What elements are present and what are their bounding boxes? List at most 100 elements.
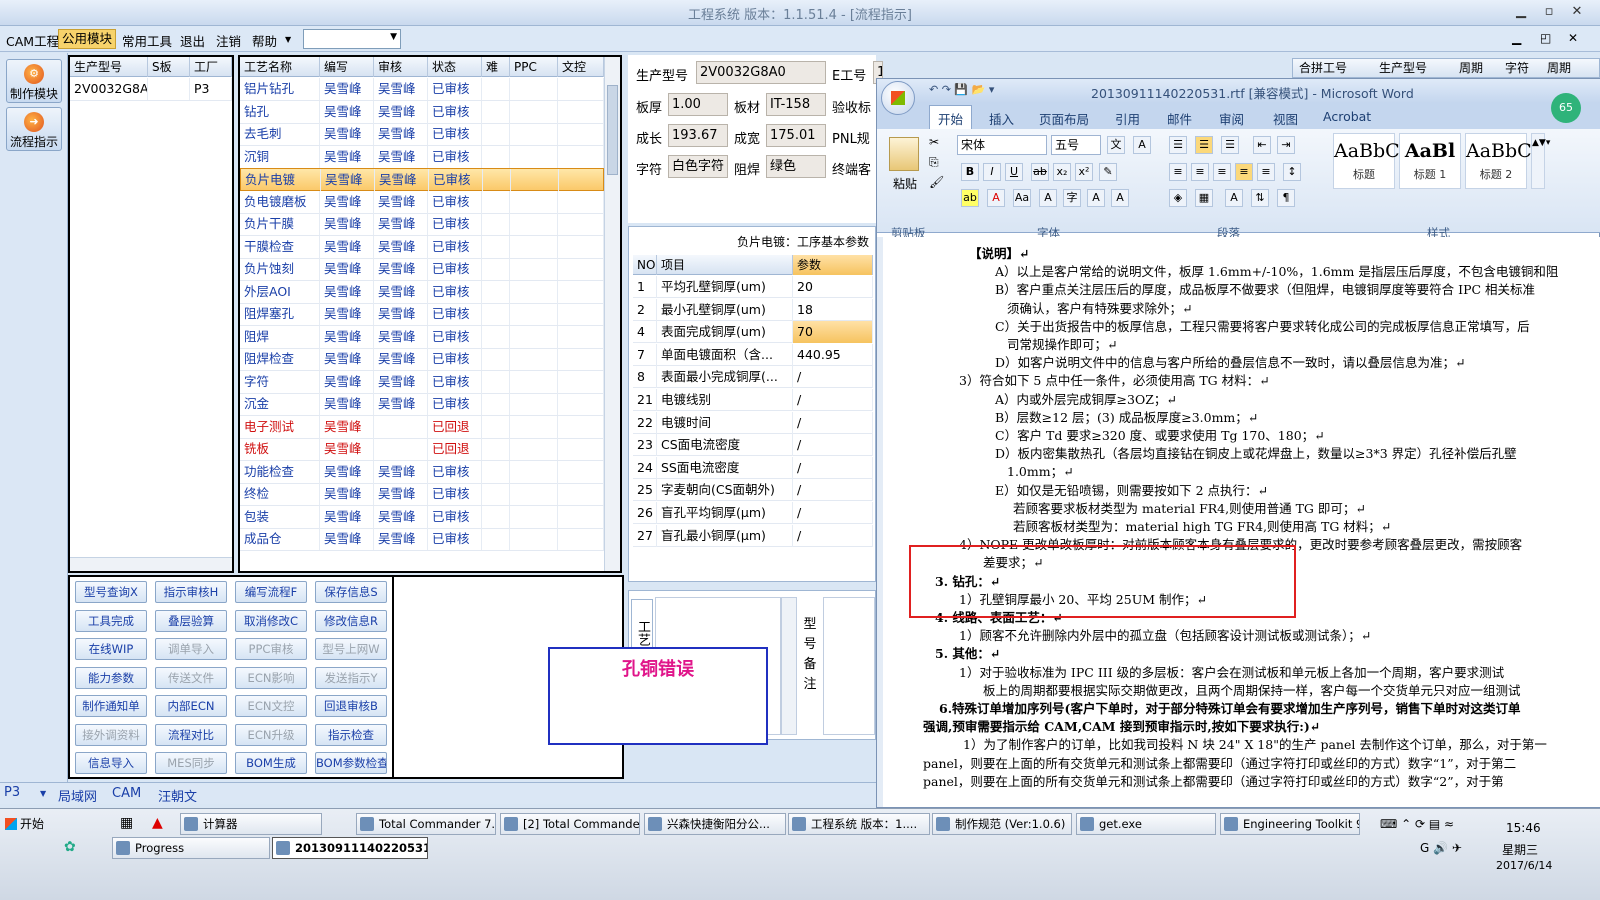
menu-exit[interactable]: 退出 (180, 31, 205, 50)
tray-icons[interactable]: ⌨ ⌃ ⟳ ▤ ≈ (1380, 817, 1454, 831)
note-scrollbar[interactable] (781, 597, 797, 735)
process-row[interactable]: 阻焊 吴雪峰 吴雪峰 已审核 (240, 325, 604, 349)
process-row[interactable]: 包装 吴雪峰 吴雪峰 已审核 (240, 505, 604, 529)
chinese-layout-icon[interactable]: A (1225, 189, 1243, 207)
process-row[interactable]: 终检 吴雪峰 吴雪峰 已审核 (240, 483, 604, 506)
action-button[interactable]: 制作通知单 (75, 695, 147, 717)
taskbar-item[interactable]: [2] Total Commander ... (500, 813, 640, 835)
cut-icon[interactable]: ✂ (929, 135, 939, 149)
action-button[interactable]: 调单导入 (155, 638, 227, 660)
process-row[interactable]: 功能检查 吴雪峰 吴雪峰 已审核 (240, 460, 604, 484)
align-left-icon[interactable]: ≡ (1169, 163, 1187, 181)
process-row[interactable]: 负电镀磨板 吴雪峰 吴雪峰 已审核 (240, 190, 604, 214)
action-button[interactable]: 取消修改C (235, 609, 307, 632)
process-row[interactable]: 负片干膜 吴雪峰 吴雪峰 已审核 (240, 213, 604, 236)
action-button[interactable]: 能力参数 (75, 666, 147, 689)
param-row[interactable]: 8 表面最小完成铜厚(... / (633, 366, 873, 389)
increase-indent-icon[interactable]: ⇥ (1277, 136, 1295, 154)
superscript-icon[interactable]: x² (1075, 163, 1093, 181)
align-center-icon[interactable]: ≡ (1191, 163, 1209, 181)
taskbar-item[interactable]: 20130911140220531.... (272, 837, 428, 859)
action-button[interactable]: 工具完成 (75, 609, 147, 632)
action-button[interactable]: 回退审核B (315, 695, 387, 717)
length-field[interactable]: 193.67 (668, 124, 728, 147)
ribbon-tab[interactable]: Acrobat (1323, 109, 1371, 124)
make-module-button[interactable]: ⚙ 制作模块 (6, 59, 62, 103)
menu-common-module[interactable]: 公用模块 (58, 29, 117, 49)
menu-tools[interactable]: 常用工具 (122, 31, 172, 50)
process-row[interactable]: 负片蚀刻 吴雪峰 吴雪峰 已审核 (240, 258, 604, 281)
module-combo[interactable]: ▼ (303, 29, 401, 49)
action-button[interactable]: 信息导入 (75, 752, 147, 774)
ribbon-tab[interactable]: 引用 (1115, 109, 1140, 128)
action-button[interactable]: ECN文控 (235, 695, 307, 717)
param-row[interactable]: 1 平均孔壁铜厚(um) 20 (633, 276, 873, 298)
font-size-field[interactable]: 五号 (1051, 135, 1101, 155)
col-writer[interactable]: 编写 (320, 57, 374, 77)
process-row[interactable]: 阻焊塞孔 吴雪峰 吴雪峰 已审核 (240, 303, 604, 326)
close-icon[interactable]: ✕ (1568, 3, 1586, 21)
tab-lan[interactable]: 局域网 (58, 786, 97, 805)
paste-icon[interactable] (889, 137, 919, 171)
subscript-icon[interactable]: x₂ (1053, 163, 1071, 181)
menu-cam-project[interactable]: CAM工程 (6, 31, 59, 50)
font-color-icon[interactable]: A (987, 189, 1005, 207)
document-body[interactable]: 【说明】↵ A）以上是客户常给的说明文件，板厚 1.6mm+/-10%，1.6mm… (883, 237, 1600, 807)
underline-icon[interactable]: U (1005, 163, 1023, 181)
start-button[interactable]: 开始 (2, 813, 52, 835)
taskbar-item[interactable]: 计算器 (180, 813, 322, 835)
ribbon-tab[interactable]: 邮件 (1167, 109, 1192, 128)
process-row[interactable]: 铣板 吴雪峰 已回退 (240, 438, 604, 461)
format-painter-icon[interactable]: 🖌 (929, 175, 944, 189)
font-grow-icon[interactable]: Aa (1013, 189, 1031, 207)
line-spacing-icon[interactable]: ↕ (1283, 163, 1301, 181)
col-merge-no[interactable]: 合拼工号 (1299, 59, 1347, 77)
param-row[interactable]: 24 SS面电流密度 / (633, 456, 873, 479)
action-button[interactable]: 接外调资料 (75, 723, 147, 746)
tab-cam[interactable]: CAM (112, 786, 141, 801)
action-button[interactable]: 型号查询X (75, 581, 147, 603)
process-row[interactable]: 负片电镀 吴雪峰 吴雪峰 已审核 (240, 168, 605, 191)
menu-logout[interactable]: 注销 (216, 31, 241, 50)
process-row[interactable]: 去毛刺 吴雪峰 吴雪峰 已审核 (240, 123, 604, 146)
param-row[interactable]: 4 表面完成铜厚(um) 70 (633, 321, 873, 344)
bullets-icon[interactable]: ☰ (1169, 136, 1187, 154)
flow-indicate-button[interactable]: ➜ 流程指示 (6, 107, 62, 151)
action-button[interactable]: 指示检查 (315, 723, 387, 746)
shading-icon[interactable]: ◈ (1169, 189, 1187, 207)
justify-icon[interactable]: ≡ (1235, 163, 1253, 181)
col-merge-cycle2[interactable]: 周期 (1547, 59, 1571, 77)
ribbon-tab[interactable]: 开始 (929, 105, 973, 129)
process-row[interactable]: 阻焊检查 吴雪峰 吴雪峰 已审核 (240, 348, 604, 371)
action-button[interactable]: MES同步 (155, 752, 227, 774)
show-marks-icon[interactable]: ¶ (1277, 189, 1295, 207)
process-row[interactable]: 铝片钻孔 吴雪峰 吴雪峰 已审核 (240, 78, 604, 101)
action-button[interactable]: 传送文件 (155, 666, 227, 689)
char-shade-icon[interactable]: A (1039, 189, 1057, 207)
col-merge-model[interactable]: 生产型号 (1379, 59, 1427, 77)
strikethrough-icon[interactable]: ab (1031, 163, 1049, 181)
style-heading2[interactable]: AaBbC 标题 2 (1465, 133, 1532, 189)
action-button[interactable]: 型号上网W (315, 638, 387, 660)
action-button[interactable]: BOM生成 (235, 752, 307, 774)
shrink-font-icon[interactable]: A (1111, 189, 1129, 207)
decrease-indent-icon[interactable]: ⇤ (1253, 136, 1271, 154)
process-row[interactable]: 钻孔 吴雪峰 吴雪峰 已审核 (240, 100, 604, 124)
pdf-icon[interactable]: ▲ (152, 815, 163, 831)
scroll-thumb[interactable] (607, 85, 618, 175)
char-field[interactable]: 白色字符 (668, 155, 728, 178)
style-title[interactable]: AaBbC 标题 (1333, 133, 1400, 189)
model-row[interactable]: 2V0032G8A0 P3 (70, 78, 232, 101)
distribute-icon[interactable]: ≡ (1257, 163, 1275, 181)
mdi-minimize-icon[interactable]: ▁ (1512, 31, 1521, 45)
ribbon-tab[interactable]: 插入 (989, 109, 1014, 128)
numbering-icon[interactable]: ☰ (1195, 136, 1213, 154)
minimize-icon[interactable]: ▁ (1512, 3, 1530, 21)
change-case-icon[interactable]: 文 (1107, 136, 1125, 154)
action-button[interactable]: 修改信息R (315, 609, 387, 632)
copy-icon[interactable]: ⎘ (929, 155, 939, 170)
action-button[interactable]: 保存信息S (315, 581, 387, 603)
paste-label[interactable]: 粘贴 (893, 175, 917, 192)
italic-icon[interactable]: I (983, 163, 1001, 181)
col-s-board[interactable]: S板 (148, 57, 190, 77)
